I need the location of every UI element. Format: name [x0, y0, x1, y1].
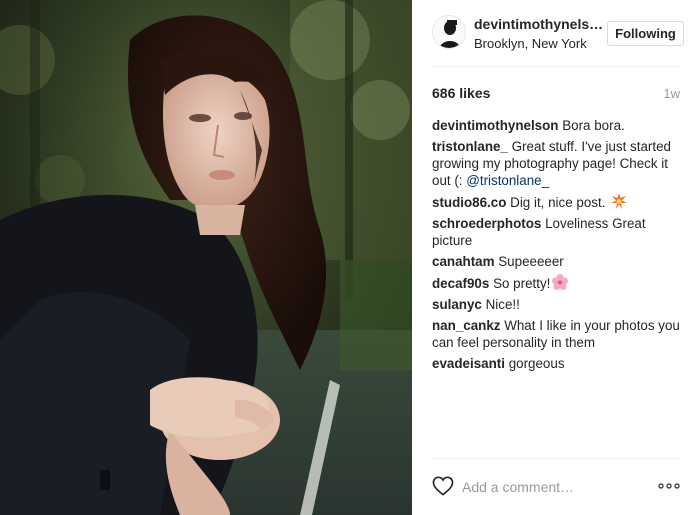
comment-username[interactable]: decaf90s	[432, 276, 489, 291]
comment-username[interactable]: studio86.co	[432, 195, 506, 210]
comment-text: Dig it, nice post.	[510, 195, 606, 210]
comment-username[interactable]: sulanyc	[432, 297, 482, 312]
author-avatar[interactable]	[432, 15, 466, 49]
comment-item: devintimothynelson Bora bora.	[432, 117, 682, 134]
likes-count[interactable]: 686 likes	[432, 85, 490, 101]
comment-item: schroederphotos Loveliness Great picture	[432, 215, 682, 249]
add-comment-input[interactable]	[462, 477, 647, 497]
post-details-panel: devintimothynels… Brooklyn, New York Fol…	[412, 0, 700, 515]
comment-text: Nice!!	[485, 297, 520, 312]
comment-text: So pretty!	[493, 276, 551, 291]
more-options-icon[interactable]	[658, 480, 680, 492]
photo-image	[0, 0, 412, 515]
comment-text: Supeeeeer	[498, 254, 564, 269]
heart-icon[interactable]	[432, 476, 454, 496]
comment-list: devintimothynelson Bora bora. tristonlan…	[432, 117, 682, 376]
comment-item: canahtam Supeeeeer	[432, 253, 682, 270]
comment-item: nan_cankz What I like in your photos you…	[432, 317, 682, 351]
avatar-silhouette-icon	[433, 16, 465, 48]
cherry-blossom-emoji-icon	[552, 274, 569, 290]
comment-text: gorgeous	[508, 356, 565, 371]
post-timestamp[interactable]: 1w	[663, 86, 680, 101]
collision-emoji-icon	[611, 193, 628, 209]
comment-username[interactable]: nan_cankz	[432, 318, 500, 333]
comment-mention-link[interactable]: @tristonlane_	[466, 173, 549, 188]
comment-username[interactable]: devintimothynelson	[432, 118, 558, 133]
post-header: devintimothynels… Brooklyn, New York Fol…	[412, 0, 700, 66]
comment-item: decaf90s So pretty!	[432, 274, 682, 292]
comment-item: evadeisanti gorgeous	[432, 355, 682, 372]
header-divider	[432, 66, 680, 67]
comment-text: Bora bora.	[562, 118, 625, 133]
author-username[interactable]: devintimothynels…	[474, 16, 602, 32]
following-button[interactable]: Following	[607, 21, 684, 46]
post-location[interactable]: Brooklyn, New York	[474, 36, 587, 51]
comment-username[interactable]: schroederphotos	[432, 216, 541, 231]
comment-username[interactable]: canahtam	[432, 254, 495, 269]
comment-item: sulanyc Nice!!	[432, 296, 682, 313]
comment-item: studio86.co Dig it, nice post.	[432, 193, 682, 211]
comment-item: tristonlane_ Great stuff. I've just star…	[432, 138, 682, 189]
comment-username[interactable]: tristonlane_	[432, 139, 508, 154]
comment-username[interactable]: evadeisanti	[432, 356, 505, 371]
post-photo[interactable]	[0, 0, 412, 515]
post-footer	[412, 459, 700, 515]
